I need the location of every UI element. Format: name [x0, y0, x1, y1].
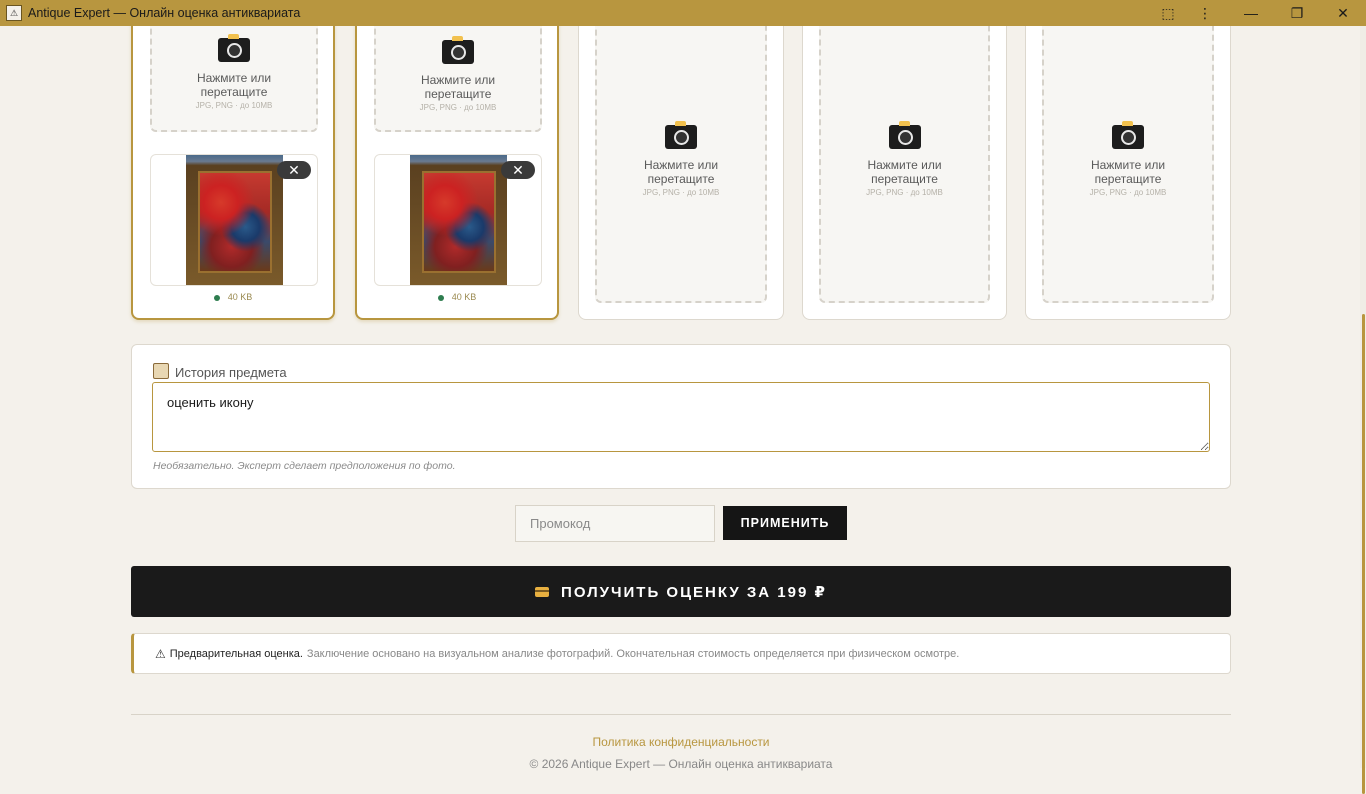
history-label-text: История предмета — [175, 365, 287, 380]
file-size: 40 KB — [227, 292, 253, 302]
dropzone-hint: JPG, PNG · до 10MB — [866, 188, 943, 197]
dropzone-text-line1: Нажмите или — [420, 73, 496, 87]
window-titlebar: ⚠ Antique Expert — Онлайн оценка антиква… — [0, 0, 1366, 26]
more-menu-icon[interactable]: ⋮ — [1182, 0, 1228, 26]
remove-photo-button[interactable]: ✕ — [277, 161, 311, 179]
camera-icon — [888, 121, 921, 149]
file-size-status: 40 KB — [357, 292, 557, 302]
extensions-icon[interactable]: ⬚ — [1154, 0, 1182, 26]
dropzone-text-line1: Нажмите или — [1090, 158, 1166, 172]
dropzone-hint: JPG, PNG · до 10MB — [1089, 188, 1167, 197]
notice-strong: Предварительная оценка. — [169, 647, 303, 660]
dropzone-text-line2: перетащите — [871, 172, 938, 186]
upload-card-3: Нажмите или перетащите JPG, PNG · до 10MB — [578, 26, 784, 320]
photo-preview: ✕ — [374, 154, 542, 286]
status-dot-icon — [437, 294, 444, 301]
icon-photo — [186, 155, 283, 285]
dropzone-text-line2: перетащите — [200, 85, 268, 99]
upload-dropzone[interactable]: Нажмите или перетащите JPG, PNG · до 10MB — [595, 26, 767, 303]
dropzone-text-line2: перетащите — [1094, 172, 1162, 186]
history-section: История предмета Необязательно. Эксперт … — [131, 344, 1231, 489]
history-label: История предмета — [153, 363, 287, 380]
credit-card-icon — [535, 586, 550, 597]
upload-dropzone[interactable]: Нажмите или перетащите JPG, PNG · до 10MB — [1042, 26, 1214, 303]
upload-dropzone[interactable]: Нажмите или перетащите JPG, PNG · до 10MB — [374, 26, 542, 132]
close-button[interactable]: ✕ — [1320, 0, 1366, 26]
dropzone-text-line2: перетащите — [424, 87, 492, 101]
dropzone-text-line1: Нажмите или — [196, 71, 272, 85]
upload-dropzone[interactable]: Нажмите или перетащите JPG, PNG · до 10MB — [819, 26, 990, 303]
privacy-policy-link[interactable]: Политика конфиденциальности — [0, 735, 1362, 749]
upload-card-2: Нажмите или перетащите JPG, PNG · до 10MB… — [355, 26, 559, 320]
apply-promo-button[interactable]: ПРИМЕНИТЬ — [723, 506, 847, 540]
page-scrollbar[interactable] — [1360, 26, 1366, 794]
dropzone-text-line1: Нажмите или — [867, 158, 942, 172]
upload-card-5: Нажмите или перетащите JPG, PNG · до 10MB — [1025, 26, 1231, 320]
camera-icon — [442, 36, 474, 64]
get-appraisal-button[interactable]: ПОЛУЧИТЬ ОЦЕНКУ ЗА 199 ₽ — [131, 566, 1231, 617]
camera-icon — [665, 121, 697, 149]
status-dot-icon — [213, 294, 220, 301]
file-size: 40 KB — [451, 292, 477, 302]
dropzone-hint: JPG, PNG · до 10MB — [195, 101, 273, 110]
camera-icon — [218, 34, 250, 62]
history-textarea[interactable] — [152, 382, 1210, 452]
warning-icon: ⚠ — [155, 646, 166, 661]
get-appraisal-label: ПОЛУЧИТЬ ОЦЕНКУ ЗА 199 ₽ — [561, 583, 827, 601]
remove-photo-button[interactable]: ✕ — [501, 161, 535, 179]
restore-button[interactable]: ❐ — [1274, 0, 1320, 26]
footer-divider — [131, 714, 1231, 715]
notice-text: Заключение основано на визуальном анализ… — [306, 647, 960, 660]
dropzone-text-line1: Нажмите или — [643, 158, 719, 172]
preliminary-notice: ⚠ Предварительная оценка. Заключение осн… — [131, 633, 1231, 674]
window-controls: ⬚ ⋮ — ❐ ✕ — [1154, 0, 1366, 26]
dropzone-hint: JPG, PNG · до 10MB — [419, 103, 497, 112]
app-icon: ⚠ — [6, 5, 22, 21]
file-size-status: 40 KB — [133, 292, 333, 302]
copyright-text: © 2026 Antique Expert — Онлайн оценка ан… — [529, 757, 833, 771]
window-title: Antique Expert — Онлайн оценка антиквари… — [28, 6, 301, 20]
upload-dropzone[interactable]: Нажмите или перетащите JPG, PNG · до 10MB — [150, 26, 318, 132]
dropzone-text-line2: перетащите — [647, 172, 715, 186]
history-help-text: Необязательно. Эксперт сделает предполож… — [153, 460, 456, 472]
camera-icon — [1112, 121, 1144, 149]
upload-card-1: Нажмите или перетащите JPG, PNG · до 10MB… — [131, 26, 335, 320]
scroll-icon — [153, 363, 169, 379]
icon-photo — [410, 155, 507, 285]
minimize-button[interactable]: — — [1228, 0, 1274, 26]
photo-preview: ✕ — [150, 154, 318, 286]
scrollbar-thumb[interactable] — [1362, 314, 1365, 794]
promo-code-input[interactable] — [515, 505, 715, 542]
dropzone-hint: JPG, PNG · до 10MB — [642, 188, 720, 197]
upload-card-4: Нажмите или перетащите JPG, PNG · до 10MB — [802, 26, 1007, 320]
